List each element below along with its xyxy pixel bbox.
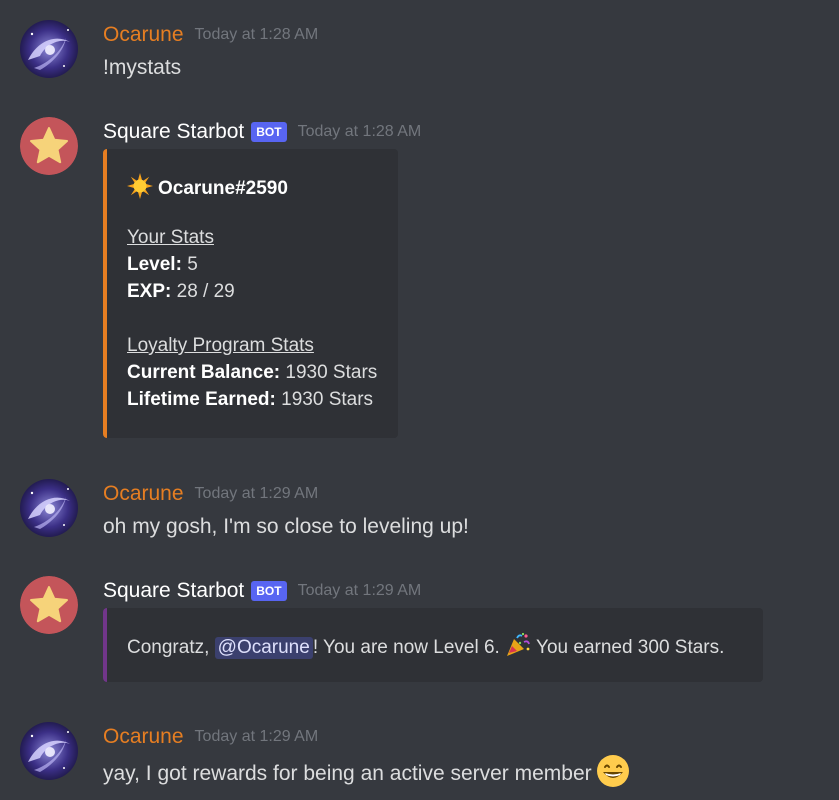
level-label: Level: — [127, 254, 182, 275]
level-line: Level: 5 — [127, 254, 198, 276]
star-avatar-icon — [20, 576, 78, 634]
avatar[interactable] — [20, 20, 78, 78]
message-header: Ocarune Today at 1:28 AM — [103, 20, 318, 50]
embed-title-text: Ocarune#2590 — [158, 178, 288, 199]
star-avatar-icon — [20, 117, 78, 175]
galaxy-avatar-icon — [20, 479, 78, 537]
timestamp: Today at 1:28 AM — [297, 123, 422, 140]
message-text: oh my gosh, I'm so close to leveling up! — [103, 515, 469, 538]
lifetime-line: Lifetime Earned: 1930 Stars — [127, 389, 373, 411]
message-body: yay, I got rewards for being an active s… — [103, 754, 630, 794]
bot-tag: BOT — [251, 122, 287, 142]
congrats-text: Congratz, — [127, 637, 215, 658]
message-text: yay, I got rewards for being an active s… — [103, 762, 592, 785]
timestamp: Today at 1:29 AM — [194, 485, 319, 502]
user-mention[interactable]: @Ocarune — [214, 637, 313, 659]
username[interactable]: Ocarune — [103, 725, 184, 749]
username[interactable]: Ocarune — [103, 23, 184, 47]
timestamp: Today at 1:29 AM — [297, 582, 422, 599]
balance-line: Current Balance: 1930 Stars — [127, 362, 377, 384]
embed-accent-bar — [103, 608, 107, 682]
message-header: Square Starbot BOT Today at 1:28 AM — [103, 117, 421, 147]
sun-icon — [127, 173, 153, 205]
level-up-embed: Congratz, @Ocarune ! You are now Level 6… — [103, 608, 763, 682]
username[interactable]: Ocarune — [103, 482, 184, 506]
party-popper-icon — [505, 632, 531, 664]
level-text: ! You are now Level 6. — [312, 637, 506, 658]
message-header: Ocarune Today at 1:29 AM — [103, 479, 318, 509]
embed-accent-bar — [103, 149, 107, 438]
bot-tag: BOT — [251, 581, 287, 601]
galaxy-avatar-icon — [20, 20, 78, 78]
chat-messages: Ocarune Today at 1:28 AM !mystats Square… — [0, 0, 839, 800]
username[interactable]: Square Starbot — [103, 120, 244, 144]
avatar[interactable] — [20, 576, 78, 634]
section-heading-loyalty: Loyalty Program Stats — [127, 335, 314, 356]
lifetime-label: Lifetime Earned: — [127, 389, 276, 410]
balance-value: 1930 Stars — [280, 362, 378, 383]
avatar[interactable] — [20, 479, 78, 537]
level-value: 5 — [181, 254, 198, 275]
timestamp: Today at 1:28 AM — [194, 26, 319, 43]
earned-text: You earned 300 Stars. — [531, 637, 725, 658]
avatar[interactable] — [20, 117, 78, 175]
stats-embed: Ocarune#2590 Your Stats Level: 5 EXP: 28… — [103, 149, 398, 438]
exp-line: EXP: 28 / 29 — [127, 281, 235, 303]
level-up-text: Congratz, @Ocarune ! You are now Level 6… — [127, 632, 724, 664]
message-header: Ocarune Today at 1:29 AM — [103, 722, 318, 752]
avatar[interactable] — [20, 722, 78, 780]
grinning-face-icon — [596, 754, 630, 794]
timestamp: Today at 1:29 AM — [194, 728, 319, 745]
lifetime-value: 1930 Stars — [275, 389, 374, 410]
message-text: !mystats — [103, 56, 182, 79]
username[interactable]: Square Starbot — [103, 579, 244, 603]
section-heading-your-stats: Your Stats — [127, 227, 214, 248]
balance-label: Current Balance: — [127, 362, 281, 383]
exp-label: EXP: — [127, 281, 172, 302]
exp-value: 28 / 29 — [171, 281, 235, 302]
galaxy-avatar-icon — [20, 722, 78, 780]
message-header: Square Starbot BOT Today at 1:29 AM — [103, 576, 421, 606]
embed-title: Ocarune#2590 — [127, 173, 288, 205]
